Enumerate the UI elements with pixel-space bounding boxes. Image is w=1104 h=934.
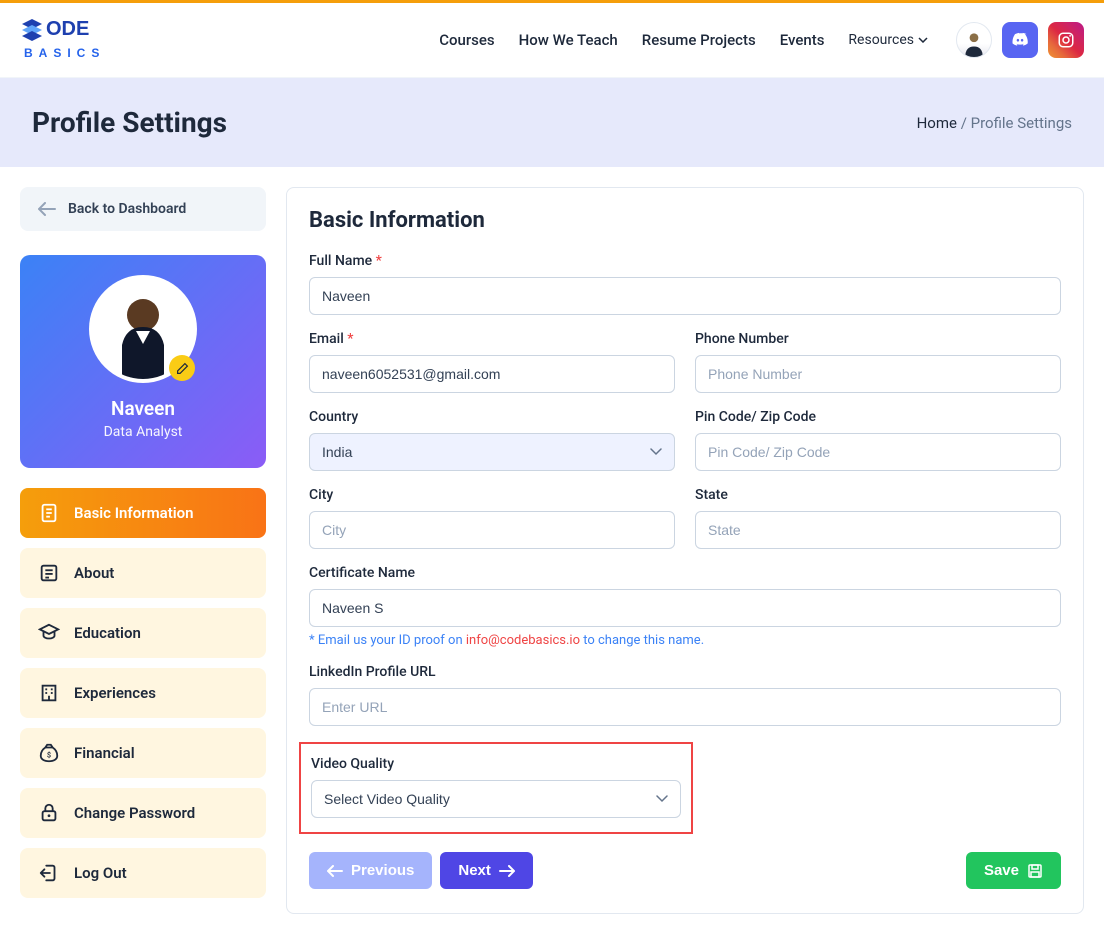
nav-resources[interactable]: Resources (848, 32, 928, 48)
label-cert: Certificate Name (309, 565, 1061, 581)
pencil-icon (176, 362, 189, 375)
instagram-button[interactable] (1048, 22, 1084, 58)
back-to-dashboard[interactable]: Back to Dashboard (20, 187, 266, 231)
svg-text:$: $ (47, 751, 51, 760)
label-email: Email * (309, 331, 675, 347)
nav-resume-projects[interactable]: Resume Projects (642, 31, 756, 49)
label-video-quality: Video Quality (311, 756, 681, 772)
breadcrumb-current: Profile Settings (971, 114, 1072, 132)
breadcrumb: Home / Profile Settings (917, 114, 1072, 132)
save-button[interactable]: Save (966, 852, 1061, 889)
graduation-cap-icon (38, 622, 60, 644)
discord-icon (1010, 30, 1030, 50)
profile-role: Data Analyst (40, 424, 246, 440)
sidebar-item-education[interactable]: Education (20, 608, 266, 658)
country-select[interactable]: India (309, 433, 675, 471)
cert-hint: * Email us your ID proof on info@codebas… (309, 633, 1061, 648)
label-full-name: Full Name * (309, 253, 1061, 269)
breadcrumb-home[interactable]: Home (917, 114, 957, 132)
linkedin-input[interactable] (309, 688, 1061, 726)
header-right (956, 22, 1084, 58)
content: Basic Information Full Name * Email * Ph… (286, 187, 1084, 914)
form-footer: Previous Next Save (309, 852, 1061, 889)
money-bag-icon: $ (38, 742, 60, 764)
sidebar-item-experiences[interactable]: Experiences (20, 668, 266, 718)
about-icon (38, 562, 60, 584)
sidebar-item-change-password[interactable]: Change Password (20, 788, 266, 838)
city-input[interactable] (309, 511, 675, 549)
phone-input[interactable] (695, 355, 1061, 393)
email-input[interactable] (309, 355, 675, 393)
nav-resources-label: Resources (848, 32, 914, 48)
sidebar-item-label: Financial (74, 744, 135, 762)
nav-courses[interactable]: Courses (439, 31, 494, 49)
edit-profile-pic[interactable] (169, 355, 195, 381)
state-input[interactable] (695, 511, 1061, 549)
logo[interactable]: ODE BASICS (20, 15, 130, 65)
label-country: Country (309, 409, 675, 425)
main: Back to Dashboard Naveen Data Analyst (0, 167, 1104, 934)
sidebar-item-financial[interactable]: $ Financial (20, 728, 266, 778)
sidebar-item-label: Log Out (74, 864, 127, 882)
sidebar-item-about[interactable]: About (20, 548, 266, 598)
svg-text:BASICS: BASICS (24, 46, 105, 60)
label-pincode: Pin Code/ Zip Code (695, 409, 1061, 425)
label-phone: Phone Number (695, 331, 1061, 347)
sidebar-item-label: Education (74, 624, 141, 642)
chevron-down-icon (918, 37, 928, 43)
label-city: City (309, 487, 675, 503)
label-linkedin: LinkedIn Profile URL (309, 664, 1061, 680)
svg-text:ODE: ODE (46, 18, 89, 40)
arrow-left-icon (327, 865, 343, 877)
sidebar: Back to Dashboard Naveen Data Analyst (20, 187, 266, 898)
label-state: State (695, 487, 1061, 503)
sidebar-item-label: Basic Information (74, 504, 194, 522)
header: ODE BASICS Courses How We Teach Resume P… (0, 3, 1104, 78)
back-label: Back to Dashboard (68, 201, 186, 217)
lock-icon (38, 802, 60, 824)
full-name-input[interactable] (309, 277, 1061, 315)
sidebar-item-label: About (74, 564, 114, 582)
arrow-right-icon (499, 865, 515, 877)
user-avatar[interactable] (956, 22, 992, 58)
instagram-icon (1057, 31, 1075, 49)
document-icon (38, 502, 60, 524)
profile-name: Naveen (40, 397, 246, 420)
previous-button[interactable]: Previous (309, 852, 432, 889)
nav-events[interactable]: Events (780, 31, 825, 49)
logo-icon: ODE BASICS (20, 15, 130, 65)
video-quality-highlight: Video Quality Select Video Quality (299, 742, 693, 834)
section-heading: Basic Information (309, 208, 1061, 233)
sidebar-item-log-out[interactable]: Log Out (20, 848, 266, 898)
person-icon (960, 29, 988, 57)
logout-icon (38, 862, 60, 884)
nav-how-we-teach[interactable]: How We Teach (519, 31, 618, 49)
side-menu: Basic Information About Education Experi… (20, 488, 266, 898)
profile-card: Naveen Data Analyst (20, 255, 266, 468)
video-quality-select[interactable]: Select Video Quality (311, 780, 681, 818)
main-nav: Courses How We Teach Resume Projects Eve… (439, 31, 928, 49)
page-title: Profile Settings (32, 106, 227, 139)
pincode-input[interactable] (695, 433, 1061, 471)
next-button[interactable]: Next (440, 852, 533, 889)
breadcrumb-bar: Profile Settings Home / Profile Settings (0, 78, 1104, 167)
building-icon (38, 682, 60, 704)
sidebar-item-label: Change Password (74, 804, 195, 822)
sidebar-item-basic-information[interactable]: Basic Information (20, 488, 266, 538)
sidebar-item-label: Experiences (74, 684, 156, 702)
save-icon (1027, 863, 1043, 879)
certificate-name-input[interactable] (309, 589, 1061, 627)
discord-button[interactable] (1002, 22, 1038, 58)
arrow-left-icon (38, 202, 56, 216)
